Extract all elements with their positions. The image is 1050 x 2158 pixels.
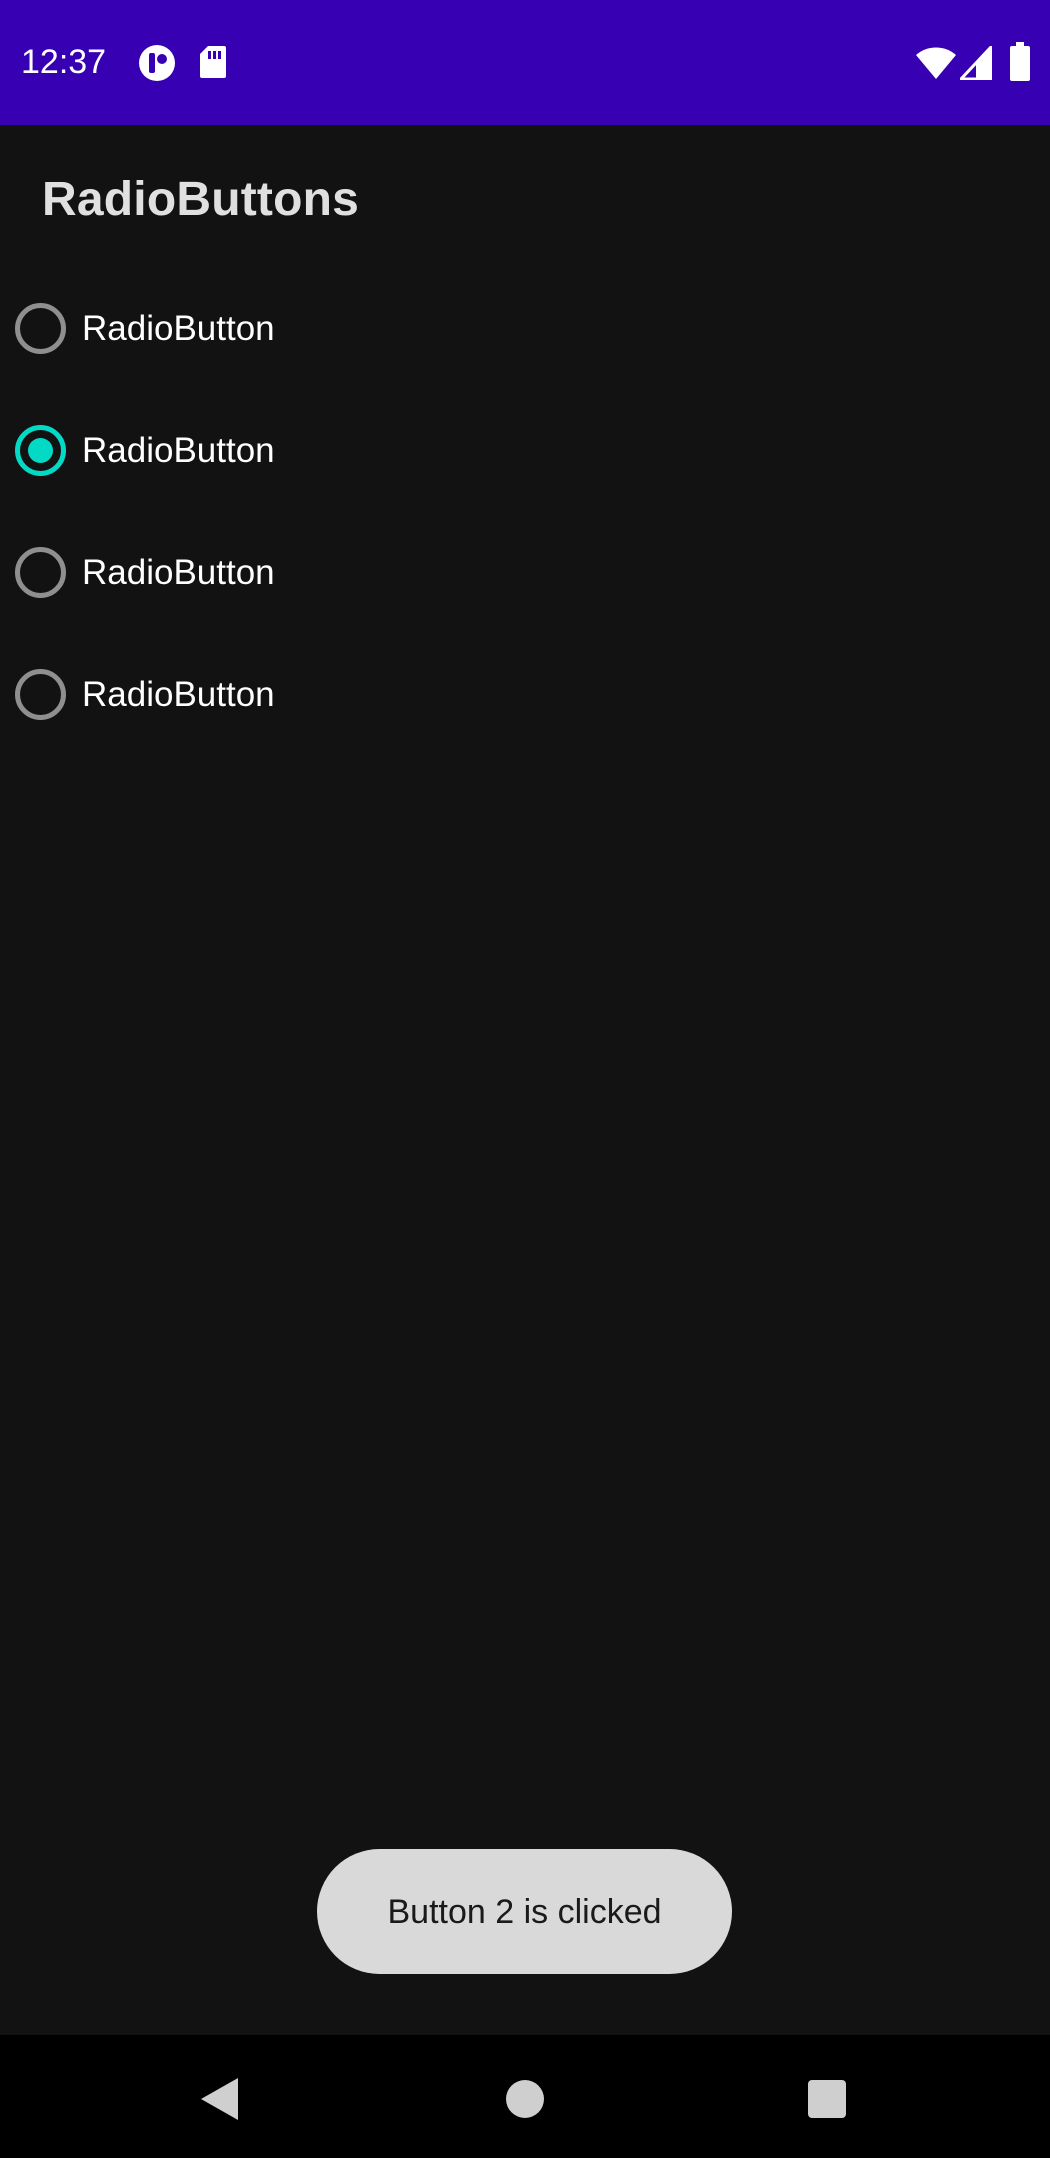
radio-option-label: RadioButton (82, 431, 275, 470)
back-icon[interactable] (175, 2053, 265, 2143)
cellular-signal-icon (957, 43, 993, 85)
radio-option-3[interactable]: RadioButton (0, 517, 560, 627)
notification-app-icon (138, 44, 176, 87)
recents-icon[interactable] (782, 2053, 872, 2143)
battery-icon (1009, 42, 1031, 87)
radio-option-label: RadioButton (82, 553, 275, 592)
radio-selected-dot (28, 438, 53, 463)
radio-option-2[interactable]: RadioButton (0, 395, 560, 505)
radio-option-label: RadioButton (82, 309, 275, 348)
radio-checked-icon[interactable] (15, 425, 66, 476)
radio-option-4[interactable]: RadioButton (0, 639, 560, 749)
radio-option-label: RadioButton (82, 675, 275, 714)
navigation-bar (0, 2035, 1050, 2158)
sd-card-icon (199, 45, 227, 84)
toast: Button 2 is clicked (317, 1849, 732, 1974)
wifi-icon (915, 46, 957, 85)
toast-message: Button 2 is clicked (387, 1892, 662, 1931)
main-content: RadioButtons RadioButton RadioButton Rad… (0, 125, 1050, 2035)
status-bar: 12:37 (0, 0, 1050, 125)
radio-unchecked-icon[interactable] (15, 303, 66, 354)
home-icon[interactable] (480, 2053, 570, 2143)
page-title: RadioButtons (42, 173, 360, 226)
radio-unchecked-icon[interactable] (15, 547, 66, 598)
status-time: 12:37 (21, 43, 107, 81)
radio-option-1[interactable]: RadioButton (0, 273, 560, 383)
radio-unchecked-icon[interactable] (15, 669, 66, 720)
